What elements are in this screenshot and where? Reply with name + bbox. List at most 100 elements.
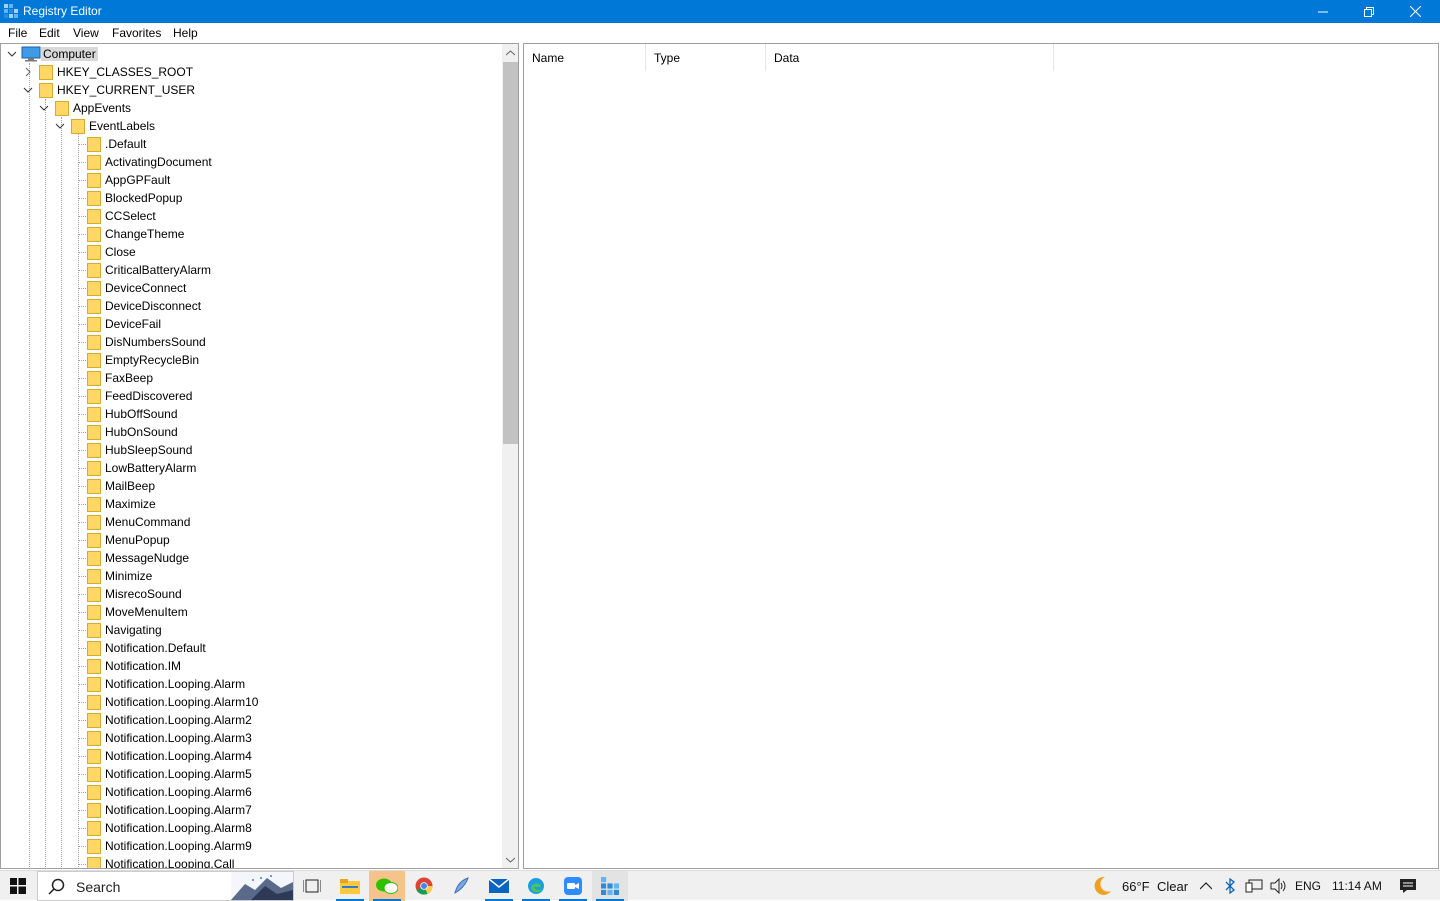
tree-node-hkey-current-user[interactable]: HKEY_CURRENT_USER bbox=[21, 81, 321, 99]
tree-node[interactable]: Notification.Looping.Alarm9 bbox=[85, 837, 485, 855]
show-hidden-icons-button[interactable] bbox=[1197, 876, 1215, 896]
collapse-chevron-icon[interactable] bbox=[21, 83, 35, 97]
menu-file[interactable]: File bbox=[8, 26, 27, 40]
column-header-name[interactable]: Name bbox=[524, 44, 646, 71]
expand-chevron-icon[interactable] bbox=[21, 65, 35, 79]
weather-widget[interactable] bbox=[1090, 876, 1114, 896]
minimize-button[interactable] bbox=[1300, 0, 1346, 23]
tree-node[interactable]: FaxBeep bbox=[85, 369, 485, 387]
folder-icon bbox=[87, 425, 101, 440]
column-header-type[interactable]: Type bbox=[646, 44, 766, 71]
registry-editor-button[interactable] bbox=[592, 871, 628, 901]
tree-node[interactable]: Notification.Default bbox=[85, 639, 485, 657]
tree-node[interactable]: MessageNudge bbox=[85, 549, 485, 567]
tree-node[interactable]: Notification.Looping.Alarm6 bbox=[85, 783, 485, 801]
feather-app-button[interactable] bbox=[443, 871, 479, 901]
tree-node[interactable]: MenuPopup bbox=[85, 531, 485, 549]
scroll-up-arrow[interactable] bbox=[502, 44, 518, 61]
tree-node[interactable]: MenuCommand bbox=[85, 513, 485, 531]
start-button[interactable] bbox=[0, 871, 36, 901]
collapse-chevron-icon[interactable] bbox=[5, 47, 19, 61]
column-header-data[interactable]: Data bbox=[766, 44, 1054, 71]
tree-label: Notification.Looping.Call bbox=[105, 857, 235, 869]
search-placeholder: Search bbox=[76, 879, 121, 895]
task-view-button[interactable] bbox=[294, 871, 330, 901]
bluetooth-tray-button[interactable] bbox=[1221, 876, 1239, 896]
menu-view[interactable]: View bbox=[73, 26, 99, 40]
scroll-down-arrow[interactable] bbox=[502, 851, 518, 868]
tree-label: HubOffSound bbox=[105, 407, 178, 421]
tree-node[interactable]: ActivatingDocument bbox=[85, 153, 485, 171]
weather-condition[interactable]: Clear bbox=[1157, 879, 1188, 894]
tree-node[interactable]: CriticalBatteryAlarm bbox=[85, 261, 485, 279]
file-explorer-button[interactable] bbox=[332, 871, 368, 901]
volume-tray-button[interactable] bbox=[1268, 876, 1290, 896]
tree-node[interactable]: ChangeTheme bbox=[85, 225, 485, 243]
menu-favorites[interactable]: Favorites bbox=[112, 26, 161, 40]
zoom-button[interactable] bbox=[555, 871, 591, 901]
tree-node[interactable]: HubSleepSound bbox=[85, 441, 485, 459]
tree-label: DisNumbersSound bbox=[105, 335, 206, 349]
collapse-chevron-icon[interactable] bbox=[37, 101, 51, 115]
tree-label: Notification.Looping.Alarm bbox=[105, 677, 246, 691]
tree-node[interactable]: Minimize bbox=[85, 567, 485, 585]
tree-node[interactable]: MoveMenuItem bbox=[85, 603, 485, 621]
tree-node[interactable]: DeviceFail bbox=[85, 315, 485, 333]
registry-editor-icon bbox=[4, 4, 18, 18]
tree-node[interactable]: BlockedPopup bbox=[85, 189, 485, 207]
tree-node[interactable]: DisNumbersSound bbox=[85, 333, 485, 351]
edge-icon bbox=[528, 878, 544, 894]
tree-node[interactable]: Notification.Looping.Alarm5 bbox=[85, 765, 485, 783]
tree-node-hkey-classes-root[interactable]: HKEY_CLASSES_ROOT bbox=[21, 63, 321, 81]
weather-temperature[interactable]: 66°F bbox=[1122, 879, 1150, 894]
taskbar-search-box[interactable]: Search bbox=[37, 871, 294, 901]
tree-node[interactable]: Notification.Looping.Alarm bbox=[85, 675, 485, 693]
tree-node[interactable]: Notification.Looping.Alarm2 bbox=[85, 711, 485, 729]
menu-edit[interactable]: Edit bbox=[39, 26, 60, 40]
tree-node[interactable]: AppGPFault bbox=[85, 171, 485, 189]
tree-node[interactable]: Notification.Looping.Alarm10 bbox=[85, 693, 485, 711]
tree-node[interactable]: FeedDiscovered bbox=[85, 387, 485, 405]
collapse-chevron-icon[interactable] bbox=[53, 119, 67, 133]
mail-button[interactable] bbox=[481, 871, 517, 901]
key-tree[interactable]: Computer HKEY_CLASSES_ROOT HKEY_CURRENT_… bbox=[0, 43, 519, 869]
tree-node-eventlabels[interactable]: EventLabels bbox=[53, 117, 353, 135]
tree-node[interactable]: DeviceConnect bbox=[85, 279, 485, 297]
tree-node[interactable]: Navigating bbox=[85, 621, 485, 639]
value-list[interactable]: Name Type Data bbox=[523, 43, 1439, 869]
close-button[interactable] bbox=[1392, 0, 1438, 23]
tree-node[interactable]: MisrecoSound bbox=[85, 585, 485, 603]
tree-node[interactable]: MailBeep bbox=[85, 477, 485, 495]
wechat-button[interactable] bbox=[369, 871, 405, 901]
scrollbar-thumb[interactable] bbox=[503, 62, 518, 444]
tree-node[interactable]: Maximize bbox=[85, 495, 485, 513]
tree-node[interactable]: Notification.Looping.Alarm7 bbox=[85, 801, 485, 819]
clock[interactable]: 11:14 AM bbox=[1332, 879, 1382, 893]
tree-node[interactable]: DeviceDisconnect bbox=[85, 297, 485, 315]
tree-node[interactable]: CCSelect bbox=[85, 207, 485, 225]
folder-icon bbox=[87, 641, 101, 656]
tree-node[interactable]: Notification.Looping.Alarm8 bbox=[85, 819, 485, 837]
tree-node[interactable]: Notification.Looping.Alarm4 bbox=[85, 747, 485, 765]
tree-node[interactable]: EmptyRecycleBin bbox=[85, 351, 485, 369]
menu-help[interactable]: Help bbox=[173, 26, 198, 40]
tree-node[interactable]: Close bbox=[85, 243, 485, 261]
search-icon bbox=[48, 878, 65, 895]
folder-icon bbox=[87, 839, 101, 854]
tree-node[interactable]: Notification.IM bbox=[85, 657, 485, 675]
tree-node-appevents[interactable]: AppEvents bbox=[37, 99, 337, 117]
tree-node[interactable]: Notification.Looping.Call bbox=[85, 855, 485, 869]
tree-node[interactable]: HubOffSound bbox=[85, 405, 485, 423]
tree-node[interactable]: .Default bbox=[85, 135, 485, 153]
tree-node[interactable]: Notification.Looping.Alarm3 bbox=[85, 729, 485, 747]
tree-scrollbar[interactable] bbox=[502, 44, 518, 868]
tree-node[interactable]: LowBatteryAlarm bbox=[85, 459, 485, 477]
tree-node[interactable]: HubOnSound bbox=[85, 423, 485, 441]
action-center-button[interactable] bbox=[1398, 876, 1418, 896]
language-indicator[interactable]: ENG bbox=[1295, 879, 1321, 893]
network-tray-button[interactable] bbox=[1243, 876, 1265, 896]
edge-button[interactable] bbox=[518, 871, 554, 901]
restore-button[interactable] bbox=[1346, 0, 1392, 23]
tree-node-computer[interactable]: Computer bbox=[5, 45, 305, 63]
chrome-button[interactable] bbox=[406, 871, 442, 901]
